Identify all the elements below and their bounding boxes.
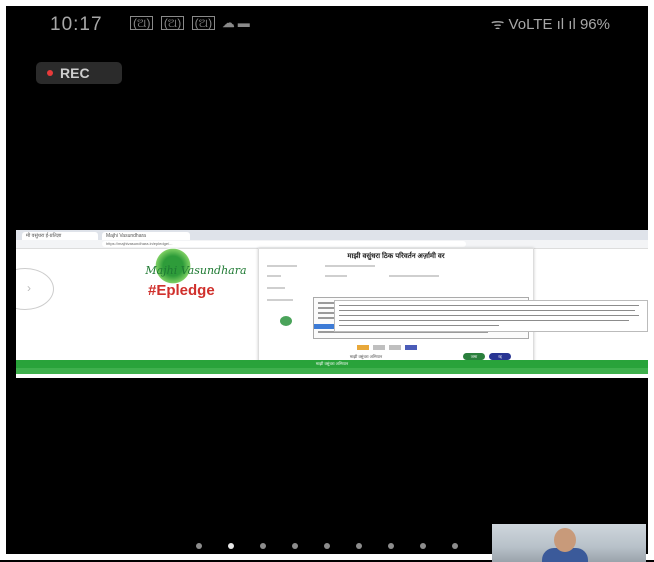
page-dot[interactable] [324,543,330,549]
green-footer-bar-lower [16,368,648,374]
status-icons: (ଅ) (ଅ) (ଅ) ☁ ▬ [130,16,250,30]
page-dot[interactable] [260,543,266,549]
form-field[interactable] [325,265,375,267]
carousel-arrow[interactable]: › [16,268,54,310]
image-icon: ▬ [237,16,250,30]
page-dot[interactable] [292,543,298,549]
self-video-thumbnail[interactable] [492,524,646,562]
status-right: ᯤ VoLTE ıl ıl 96% [490,16,610,33]
form-label [267,265,297,267]
cloud-icon: ☁ [222,16,235,30]
notification-icon: (ଅ) [130,16,154,30]
recording-badge[interactable]: REC [36,62,122,84]
page-dot[interactable] [356,543,362,549]
record-dot-icon [47,70,53,76]
logo-text: Majhi Vasundhara [145,264,247,277]
status-time: 10:17 [50,14,103,35]
option-icon[interactable] [373,345,385,350]
tooltip-line [339,315,639,316]
page-indicator [196,540,476,550]
notification-icon: (ଅ) [191,16,216,30]
green-footer-bar: माझी वसुंधरा अभियान [16,360,648,368]
shared-screen: मी वसुंधरा ई-प्रतिज्ञा Majhi Vasundhara … [16,230,648,378]
phone-screen: 10:17 (ଅ) (ଅ) (ଅ) ☁ ▬ ᯤ VoLTE ıl ıl 96% … [0,0,654,562]
option-icon[interactable] [405,345,417,350]
page-dot[interactable] [420,543,426,549]
form-label [267,275,281,277]
dialog-title: माझी वसुंधरा ठिक परिवर्तन अर्ज़ामी वर [347,253,445,260]
form-label [267,299,293,301]
recording-label: REC [60,65,90,81]
browser-tab-active[interactable]: Majhi Vasundhara [102,232,190,240]
tooltip-line [339,305,639,306]
notification-icon: (ଅ) [160,16,185,30]
earth-icon [280,316,292,326]
page-dot[interactable] [388,543,394,549]
form-field[interactable] [389,275,439,277]
status-bar: 10:17 (ଅ) (ଅ) (ଅ) ☁ ▬ ᯤ VoLTE ıl ıl 96% [6,6,648,40]
logo-tag: #Epledge [148,282,215,299]
chevron-right-icon: › [27,281,31,295]
url-field[interactable]: https://majhivasundhara.in/epledge/... [102,241,466,247]
form-label [267,287,285,289]
page-dot[interactable] [452,543,458,549]
browser-tab-bar: मी वसुंधरा ई-प्रतिज्ञा Majhi Vasundhara [16,230,648,240]
page-dot-active[interactable] [228,543,234,549]
participant-head [554,528,576,552]
tooltip-line [339,325,499,326]
browser-tab[interactable]: मी वसुंधरा ई-प्रतिज्ञा [22,232,98,240]
page-footnote: माझी वसुंधरा अभियान [349,354,383,359]
tooltip-popup [334,300,648,332]
form-field[interactable] [325,275,347,277]
tooltip-line [339,320,629,321]
option-icon[interactable] [389,345,401,350]
page-dot[interactable] [196,543,202,549]
tooltip-line [339,310,635,311]
option-icon[interactable] [357,345,369,350]
